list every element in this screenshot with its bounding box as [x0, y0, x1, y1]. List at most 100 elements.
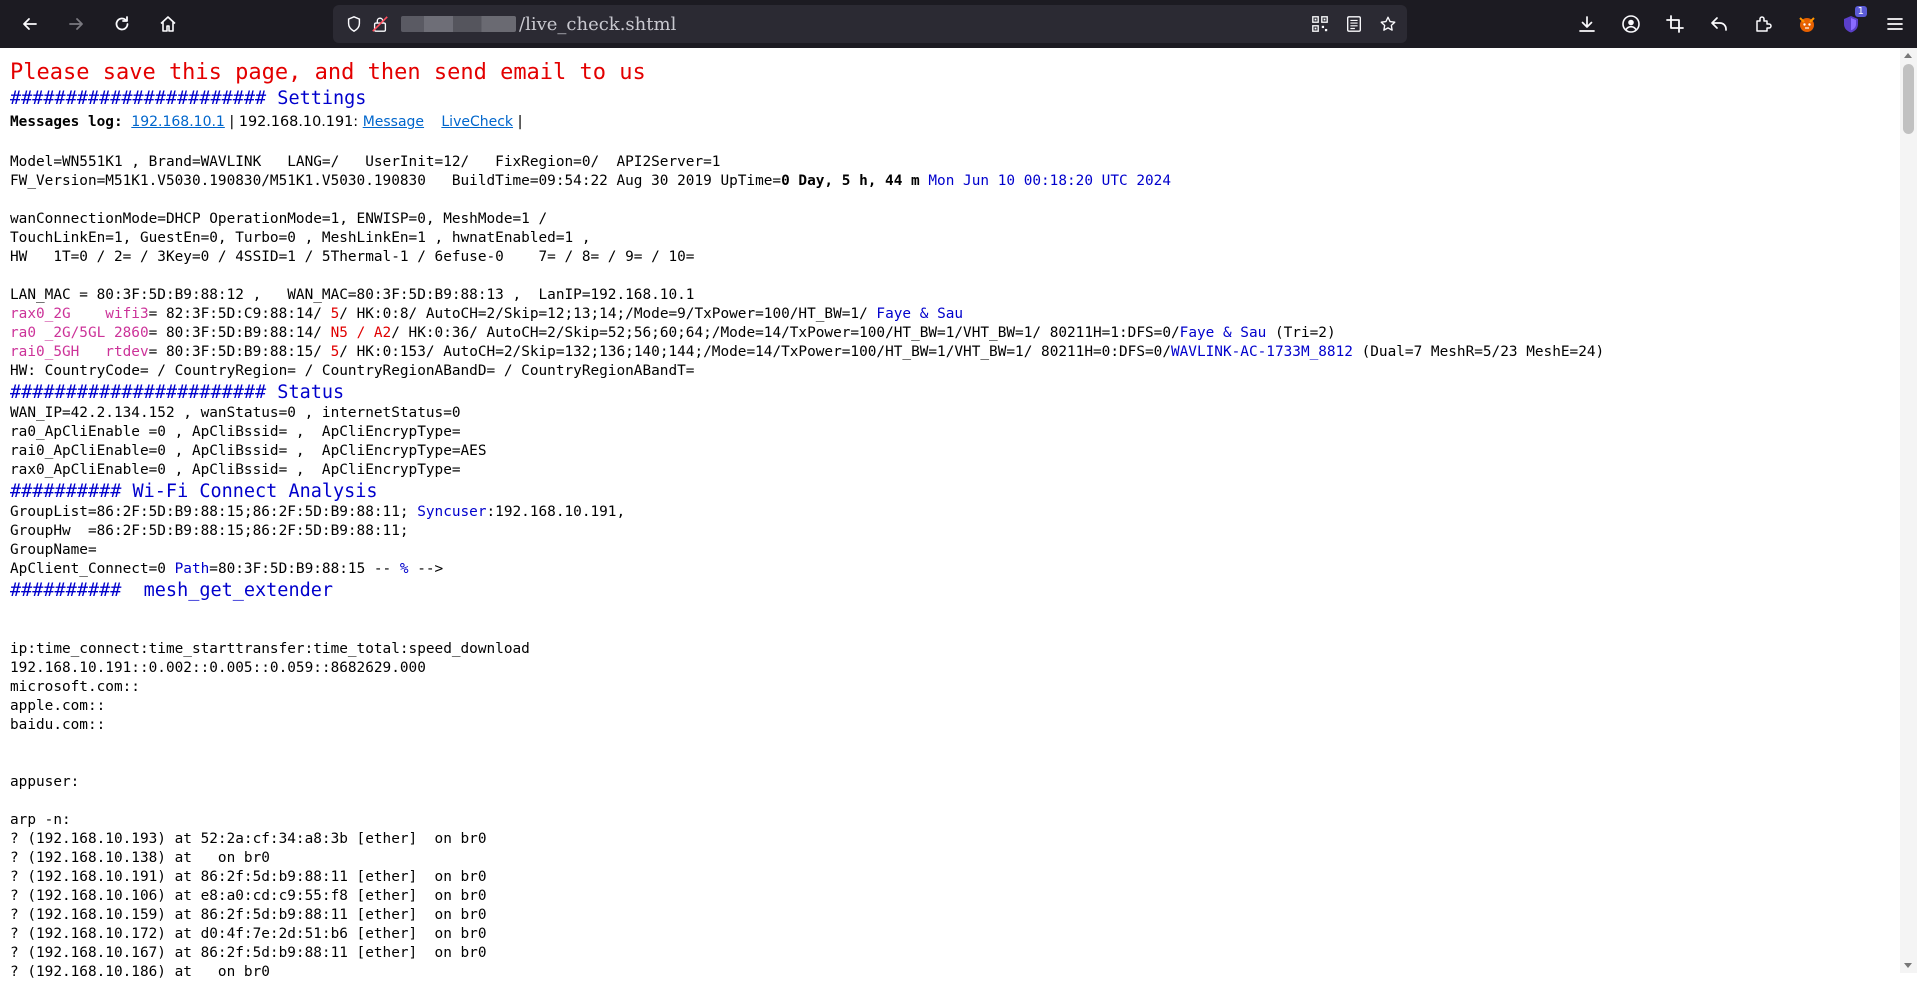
ra0-label: ra0 _2G/5GL 2860: [10, 325, 149, 341]
message-link[interactable]: Message: [363, 114, 424, 130]
arp-command: arp -n:: [10, 812, 71, 828]
extensions-button[interactable]: [1741, 2, 1785, 46]
path-label: Path: [174, 561, 210, 577]
browser-toolbar: /live_check.shtml 1: [0, 0, 1917, 48]
ra0-tail: (Tri=2): [1266, 325, 1336, 341]
speed-row: baidu.com::: [10, 717, 106, 733]
path-value: =80:3F:5D:B9:88:15 --: [209, 561, 400, 577]
speed-row: apple.com::: [10, 698, 106, 714]
arp-row: ? (192.168.10.159) at 86:2f:5d:b9:88:11 …: [10, 907, 487, 923]
messages-log-link[interactable]: 192.168.10.1: [131, 114, 225, 130]
vertical-scrollbar[interactable]: [1900, 48, 1917, 973]
reload-icon: [115, 16, 129, 31]
rax0-mac: = 82:3F:5D:C9:88:14/: [148, 306, 331, 322]
home-button[interactable]: [148, 4, 188, 44]
fox-extension-button[interactable]: [1785, 2, 1829, 46]
extension-shield-icon: [1844, 16, 1858, 33]
bookmark-star-icon[interactable]: [1377, 13, 1399, 35]
mesh-heading: ########## mesh_get_extender: [10, 580, 334, 601]
back-arrow-icon: [23, 18, 37, 30]
messages-log-line: Messages log: 192.168.10.1 | 192.168.10.…: [10, 110, 1890, 134]
apcli-rai0-line: rai0_ApCliEnable=0 , ApCliBssid= , ApCli…: [10, 443, 487, 459]
qr-code-icon[interactable]: [1309, 13, 1331, 35]
uptime-value: 0 Day, 5 h, 44 m: [781, 173, 920, 189]
system-date: Mon Jun 10 00:18:20 UTC 2024: [928, 173, 1171, 189]
reply-button[interactable]: [1697, 2, 1741, 46]
arp-row: ? (192.168.10.138) at on br0: [10, 850, 270, 866]
reply-icon: [1711, 17, 1727, 31]
apcli-ra0-line: ra0_ApCliEnable =0 , ApCliBssid= , ApCli…: [10, 424, 461, 440]
ra0-config: / HK:0:36/ AutoCH=2/Skip=52;56;60;64;/Mo…: [391, 325, 1180, 341]
rai0-label: rai0_5GH rtdev: [10, 344, 149, 360]
reader-view-icon[interactable]: [1343, 13, 1365, 35]
scroll-up-arrow[interactable]: [1904, 53, 1912, 58]
speed-row: microsoft.com::: [10, 679, 140, 695]
rax0-config: / HK:0:8/ AutoCH=2/Skip=12;13;14;/Mode=9…: [339, 306, 877, 322]
rai0-mac: = 80:3F:5D:B9:88:15/: [148, 344, 331, 360]
arp-row: ? (192.168.10.191) at 86:2f:5d:b9:88:11 …: [10, 869, 487, 885]
syncuser-value: :192.168.10.191,: [486, 504, 626, 520]
arp-row: ? (192.168.10.193) at 52:2a:cf:34:a8:3b …: [10, 831, 487, 847]
syncuser-label: Syncuser: [417, 504, 487, 520]
url-path: /live_check.shtml: [519, 13, 677, 35]
arp-row: ? (192.168.10.167) at 86:2f:5d:b9:88:11 …: [10, 945, 487, 961]
reload-button[interactable]: [102, 4, 142, 44]
ra0-mac: = 80:3F:5D:B9:88:14/: [148, 325, 331, 341]
status-heading: ####################### Status: [10, 382, 345, 403]
group-name-line: GroupName=: [10, 542, 97, 558]
home-icon: [160, 16, 176, 32]
group-hw-line: GroupHw =86:2F:5D:B9:88:15;86:2F:5D:B9:8…: [10, 523, 409, 539]
firmware-info: FW_Version=M51K1.V5030.190830/M51K1.V503…: [10, 173, 782, 189]
speed-row: 192.168.10.191::0.002::0.005::0.059::868…: [10, 660, 426, 676]
group-list-line: GroupList=86:2F:5D:B9:88:15;86:2F:5D:B9:…: [10, 503, 1890, 522]
rai0-ssid: WAVLINK-AC-1733M_8812: [1170, 344, 1353, 360]
puzzle-icon: [1756, 16, 1772, 32]
insecure-lock-icon[interactable]: [369, 13, 391, 35]
arp-row: ? (192.168.10.172) at d0:4f:7e:2d:51:b6 …: [10, 926, 487, 942]
rai0-tail: (Dual=7 MeshR=5/23 MeshE=24): [1352, 344, 1605, 360]
extension-badge: 1: [1854, 6, 1867, 17]
ra0-ssid: Faye & Sau: [1179, 325, 1267, 341]
ra0-channel: N5 / A2: [330, 325, 392, 341]
fox-icon: [1799, 17, 1815, 32]
forward-button[interactable]: [56, 4, 96, 44]
wan-ip-line: WAN_IP=42.2.134.152 , wanStatus=0 , inte…: [10, 405, 461, 421]
separator-1: | 192.168.10.191:: [224, 114, 363, 130]
address-bar[interactable]: /live_check.shtml: [333, 5, 1407, 43]
wan-mode-line: wanConnectionMode=DHCP OperationMode=1, …: [10, 211, 548, 227]
wifi-analysis-heading: ########## Wi-Fi Connect Analysis: [10, 481, 378, 502]
rai0-config: / HK:0:153/ AutoCH=2/Skip=132;136;140;14…: [339, 344, 1171, 360]
path-percent: %: [399, 561, 409, 577]
hamburger-menu-icon: [1887, 18, 1903, 30]
crop-icon: [1666, 15, 1684, 33]
appuser-line: appuser:: [10, 774, 80, 790]
scroll-down-arrow[interactable]: [1904, 963, 1912, 968]
apcli-rax0-line: rax0_ApCliEnable=0 , ApCliBssid= , ApCli…: [10, 462, 461, 478]
group-list: GroupList=86:2F:5D:B9:88:15;86:2F:5D:B9:…: [10, 504, 418, 520]
ra0-line: ra0 _2G/5GL 2860= 80:3F:5D:B9:88:14/ N5 …: [10, 324, 1890, 343]
firmware-line: FW_Version=M51K1.V5030.190830/M51K1.V503…: [10, 172, 1890, 191]
shield-extension-button[interactable]: 1: [1829, 2, 1873, 46]
touch-link-line: TouchLinkEn=1, GuestEn=0, Turbo=0 , Mesh…: [10, 230, 591, 246]
apclient-connect: ApClient_Connect=0: [10, 561, 175, 577]
toolbar-right: 1: [1565, 0, 1917, 48]
menu-button[interactable]: [1873, 2, 1917, 46]
notice-heading: Please save this page, and then send ema…: [10, 60, 646, 85]
live-check-page: Please save this page, and then send ema…: [10, 59, 1890, 982]
model-line: Model=WN551K1 , Brand=WAVLINK LANG=/ Use…: [10, 154, 721, 170]
back-button[interactable]: [10, 4, 50, 44]
apclient-line: ApClient_Connect=0 Path=80:3F:5D:B9:88:1…: [10, 560, 1890, 579]
screenshot-button[interactable]: [1653, 2, 1697, 46]
rax0-line: rax0_2G wifi3= 82:3F:5D:C9:88:14/ 5/ HK:…: [10, 305, 1890, 324]
path-tail: -->: [408, 561, 444, 577]
livecheck-link[interactable]: LiveCheck: [441, 114, 513, 130]
settings-heading: ####################### Settings: [10, 88, 367, 109]
rax0-label: rax0_2G wifi3: [10, 306, 149, 322]
rai0-channel: 5: [330, 344, 340, 360]
account-button[interactable]: [1609, 2, 1653, 46]
shield-icon[interactable]: [343, 13, 365, 35]
scrollbar-thumb[interactable]: [1903, 64, 1914, 134]
hw-country-line: HW: CountryCode= / CountryRegion= / Coun…: [10, 363, 695, 379]
rax0-ssid: Faye & Sau: [876, 306, 964, 322]
downloads-button[interactable]: [1565, 2, 1609, 46]
